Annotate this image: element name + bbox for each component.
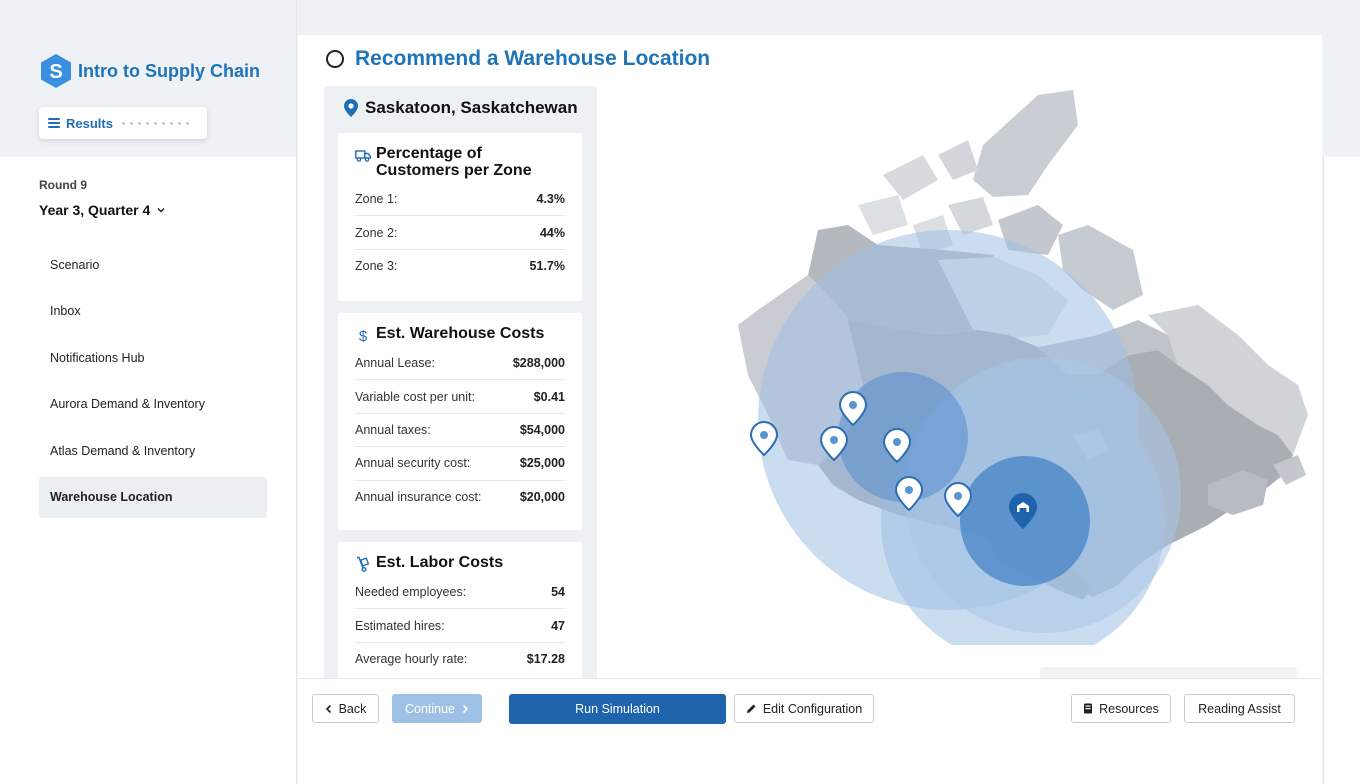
sidebar-header: S Intro to Supply Chain Results [0,0,296,157]
reading-assist-button[interactable]: Reading Assist [1184,694,1295,723]
map-pin-icon [344,99,358,117]
row-value: $0.41 [533,389,565,404]
canada-map[interactable] [738,85,1308,645]
customers-card-title: Percentage of Customers per Zone [376,145,532,179]
location-name: Saskatoon, Saskatchewan [365,98,578,117]
run-simulation-label: Run Simulation [575,702,660,716]
app-title: Intro to Supply Chain [78,60,260,81]
row-value: $17.28 [526,652,565,667]
row-label: Zone 2: [355,225,398,240]
sidebar-item-inbox[interactable]: Inbox [39,291,267,332]
page-title-text: Recommend a Warehouse Location [355,47,711,70]
quarter-label: Year 3, Quarter 4 [39,202,151,218]
row-value: 54 [551,585,565,600]
menu-icon [48,118,60,128]
quarter-selector[interactable]: Year 3, Quarter 4 [39,202,166,218]
location-header: Saskatoon, Saskatchewan [344,98,578,118]
app-logo-icon: S [41,54,71,88]
book-icon [1084,703,1093,714]
resources-button[interactable]: Resources [1071,694,1171,723]
chevron-right-icon [462,704,469,713]
row-label: Annual Lease: [355,356,435,371]
sidebar-item-warehouse-location[interactable]: Warehouse Location [39,476,267,518]
row-value: 51.7% [529,259,565,274]
row-label: Needed employees: [355,585,467,600]
row-value: 47 [551,618,565,633]
row-label: Annual insurance cost: [355,490,482,505]
svg-text:$: $ [359,328,368,343]
table-row: Average hourly rate: $17.28 [355,643,565,676]
footer-toolbar: Back Continue Run Simulation Edit Config… [298,678,1322,784]
chevron-down-icon [157,207,165,213]
table-row: Zone 3: 51.7% [355,250,565,283]
pencil-icon [746,704,756,713]
edit-configuration-label: Edit Configuration [762,701,863,716]
customers-card: Percentage of Customers per Zone Zone 1:… [338,133,582,301]
row-value: $54,000 [519,422,565,437]
continue-button[interactable]: Continue [392,694,482,723]
results-button[interactable]: Results [39,107,207,139]
table-row: Estimated hires: 47 [355,609,565,643]
run-simulation-button[interactable]: Run Simulation [509,694,726,724]
svg-text:S: S [49,61,62,83]
row-value: $20,000 [519,490,565,505]
customers-card-header: Percentage of Customers per Zone [355,145,565,179]
table-row: Variable cost per unit: $0.41 [355,380,565,414]
table-row: Zone 2: 44% [355,216,565,250]
labor-costs-card: Est. Labor Costs Needed employees: 54 Est… [338,542,582,686]
warehouse-costs-card: $ Est. Warehouse Costs Annual Lease: $288… [338,313,582,530]
status-circle-icon [326,50,344,68]
edit-configuration-button[interactable]: Edit Configuration [734,694,874,723]
truck-icon [355,150,371,162]
back-label: Back [338,701,367,716]
page-title: Recommend a Warehouse Location [326,47,710,71]
dollar-icon: $ [359,328,368,343]
row-value: 44% [539,225,565,240]
brand: S Intro to Supply Chain [39,53,260,89]
warehouse-costs-header: $ Est. Warehouse Costs [355,325,565,343]
labor-costs-header: Est. Labor Costs [355,554,565,572]
sidebar-item-aurora-demand[interactable]: Aurora Demand & Inventory [39,384,267,425]
location-panel[interactable]: Saskatoon, Saskatchewan Percentage of Cu… [324,86,597,686]
reading-assist-label: Reading Assist [1198,701,1281,716]
table-row: Needed employees: 54 [355,576,565,610]
results-label: Results [66,115,113,131]
row-label: Annual security cost: [355,456,471,471]
main-content: Recommend a Warehouse Location Saskatoon… [298,35,1322,784]
table-row: Annual taxes: $54,000 [355,414,565,448]
table-row: Annual insurance cost: $20,000 [355,481,565,514]
progress-dots [121,121,189,125]
back-button[interactable]: Back [312,694,379,723]
row-value: $288,000 [512,356,565,371]
table-row: Zone 1: 4.3% [355,183,566,217]
labor-costs-title: Est. Labor Costs [376,554,504,571]
sidebar-item-notifications-hub[interactable]: Notifications Hub [39,337,267,378]
chevron-left-icon [325,704,331,713]
row-value: 4.3% [536,192,566,207]
row-label: Variable cost per unit: [355,389,475,404]
continue-label: Continue [404,701,456,716]
sidebar-item-scenario[interactable]: Scenario [39,244,267,285]
table-row: Annual Lease: $288,000 [355,347,565,381]
resources-label: Resources [1099,701,1159,716]
round-label: Round 9 [39,178,87,192]
sidebar: S Intro to Supply Chain Results Round 9 … [0,0,297,784]
row-label: Zone 3: [355,259,398,274]
row-label: Estimated hires: [355,618,445,633]
sidebar-nav: Scenario Inbox Notifications Hub Aurora … [39,244,267,524]
hand-truck-icon [357,556,370,572]
right-gutter [1323,157,1360,784]
table-row: Annual security cost: $25,000 [355,447,565,481]
sidebar-item-atlas-demand[interactable]: Atlas Demand & Inventory [39,430,267,471]
row-label: Average hourly rate: [355,652,468,667]
row-label: Annual taxes: [355,422,431,437]
row-value: $25,000 [519,456,565,471]
row-label: Zone 1: [355,192,398,207]
warehouse-costs-title: Est. Warehouse Costs [376,325,545,342]
